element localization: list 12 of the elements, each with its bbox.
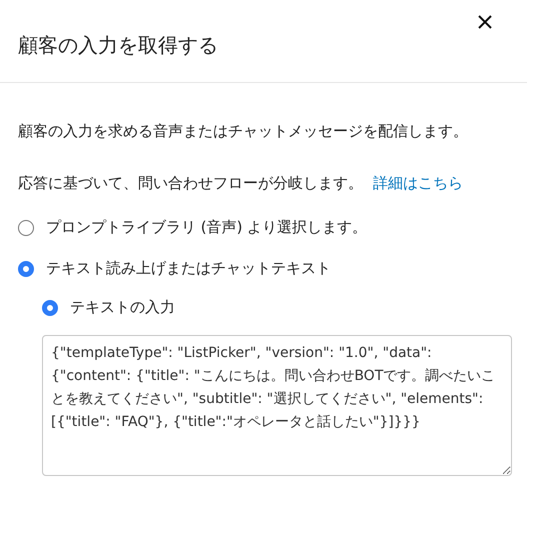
text-input-field[interactable]: {"templateType": "ListPicker", "version": "1.0", "data": {"content": {"title": "こんにちは。問い合わせBOTです。調べたいことを教えてください", "subtitle": "選択してください", "elements": [{"title": "FAQ"}, {"title":"オペレータと話したい"}]}}} [42, 335, 512, 476]
radio-button[interactable] [42, 300, 58, 316]
details-link[interactable]: 詳細はこちら [373, 171, 463, 196]
branch-note-text: 応答に基づいて、問い合わせフローが分岐します。 [18, 173, 363, 194]
radio-option[interactable]: テキスト読み上げまたはチャットテキスト [18, 259, 529, 278]
radio-button[interactable] [18, 260, 34, 276]
radio-option[interactable]: テキストの入力 [42, 298, 529, 317]
dialog-title: 顧客の入力を取得する [18, 32, 218, 59]
radio-button[interactable] [18, 220, 34, 236]
close-icon [477, 14, 493, 30]
description-text: 顧客の入力を求める音声またはチャットメッセージを配信します。 [18, 121, 469, 142]
radio-option[interactable]: プロンプトライブラリ (音声) より選択します。 [18, 218, 529, 237]
